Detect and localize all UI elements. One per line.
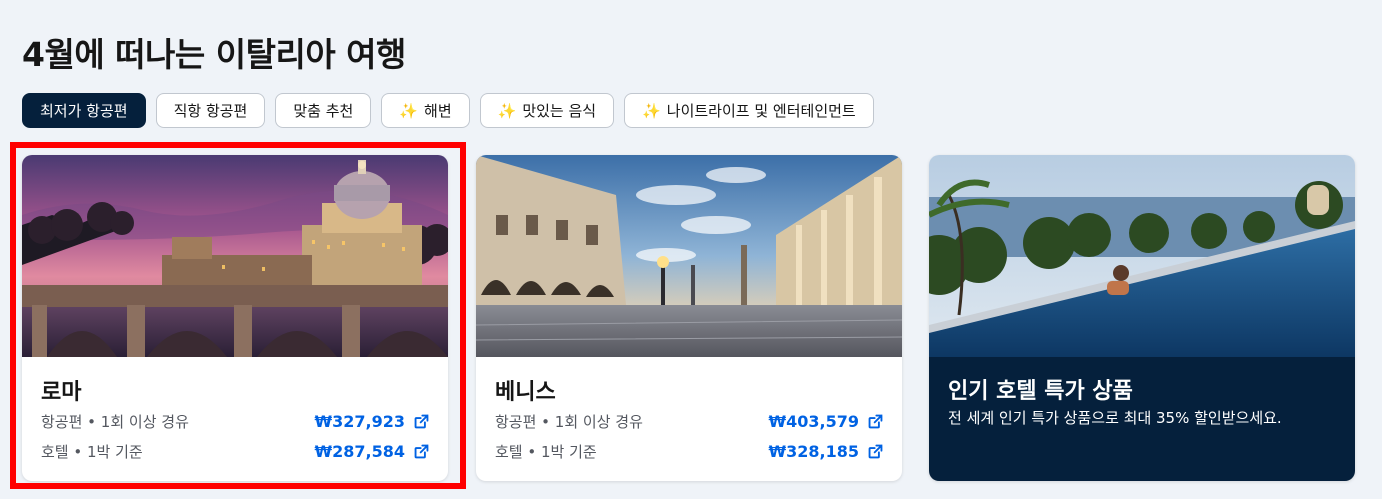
chip-cheapest-flights[interactable]: 최저가 항공편 [22, 93, 146, 128]
chip-recommended[interactable]: 맞춤 추천 [275, 93, 372, 128]
promo-subtitle: 전 세계 인기 특가 상품으로 최대 35% 할인받으세요. [948, 409, 1282, 427]
hotel-price: ₩287,584 [314, 442, 405, 461]
separator: • [522, 443, 541, 461]
venice-image [476, 155, 902, 357]
chip-direct-flights[interactable]: 직항 항공편 [155, 93, 266, 128]
flight-row[interactable]: 항공편 • 1회 이상 경유 ₩403,579 [495, 411, 884, 432]
sparkle-icon: ✨ [399, 101, 419, 120]
flight-label: 항공편 [41, 413, 83, 431]
external-link-icon[interactable] [867, 413, 884, 430]
flight-price: ₩403,579 [768, 412, 859, 431]
hotel-price: ₩328,185 [768, 442, 859, 461]
flight-detail: 1회 이상 경유 [554, 413, 643, 431]
city-name: 로마 [41, 380, 82, 405]
chip-label: 최저가 항공편 [40, 102, 128, 120]
separator: • [68, 443, 87, 461]
hotel-detail: 1박 기준 [541, 443, 597, 461]
chip-beach[interactable]: ✨ 해변 [381, 93, 470, 128]
chip-label: 해변 [424, 102, 452, 120]
chip-label: 맛있는 음식 [522, 102, 597, 120]
flight-label: 항공편 [495, 413, 537, 431]
hotel-deals-promo-card[interactable]: 인기 호텔 특가 상품 전 세계 인기 특가 상품으로 최대 35% 할인받으세… [929, 155, 1355, 481]
chip-label: 나이트라이프 및 엔터테인먼트 [666, 102, 856, 120]
chip-nightlife[interactable]: ✨ 나이트라이프 및 엔터테인먼트 [624, 93, 874, 128]
flight-detail: 1회 이상 경유 [100, 413, 189, 431]
filter-chips: 최저가 항공편 직항 항공편 맞춤 추천 ✨ 해변 ✨ 맛있는 음식 ✨ 나이트… [22, 93, 874, 128]
external-link-icon[interactable] [867, 443, 884, 460]
flight-price: ₩327,923 [314, 412, 405, 431]
page-title: 4월에 떠나는 이탈리아 여행 [22, 35, 406, 74]
rome-image [22, 155, 448, 357]
destination-card-venice[interactable]: 베니스 항공편 • 1회 이상 경유 ₩403,579 호텔 • 1박 기준 ₩… [476, 155, 902, 481]
chip-label: 맞춤 추천 [293, 102, 354, 120]
sparkle-icon: ✨ [497, 101, 517, 120]
hotel-row[interactable]: 호텔 • 1박 기준 ₩287,584 [41, 441, 430, 462]
hotel-detail: 1박 기준 [87, 443, 143, 461]
external-link-icon[interactable] [413, 443, 430, 460]
city-name: 베니스 [495, 380, 556, 405]
promo-body: 인기 호텔 특가 상품 전 세계 인기 특가 상품으로 최대 35% 할인받으세… [929, 357, 1355, 481]
hotel-label: 호텔 [41, 443, 69, 461]
sparkle-icon: ✨ [642, 101, 661, 120]
destination-card-rome[interactable]: 로마 항공편 • 1회 이상 경유 ₩327,923 호텔 • 1박 기준 ₩2… [22, 155, 448, 481]
chip-label: 직항 항공편 [173, 102, 248, 120]
infinity-pool-image [929, 155, 1355, 357]
hotel-label: 호텔 [495, 443, 523, 461]
flight-row[interactable]: 항공편 • 1회 이상 경유 ₩327,923 [41, 411, 430, 432]
promo-title: 인기 호텔 특가 상품 [948, 379, 1133, 404]
separator: • [82, 413, 101, 431]
chip-food[interactable]: ✨ 맛있는 음식 [479, 93, 615, 128]
separator: • [536, 413, 555, 431]
hotel-row[interactable]: 호텔 • 1박 기준 ₩328,185 [495, 441, 884, 462]
external-link-icon[interactable] [413, 413, 430, 430]
